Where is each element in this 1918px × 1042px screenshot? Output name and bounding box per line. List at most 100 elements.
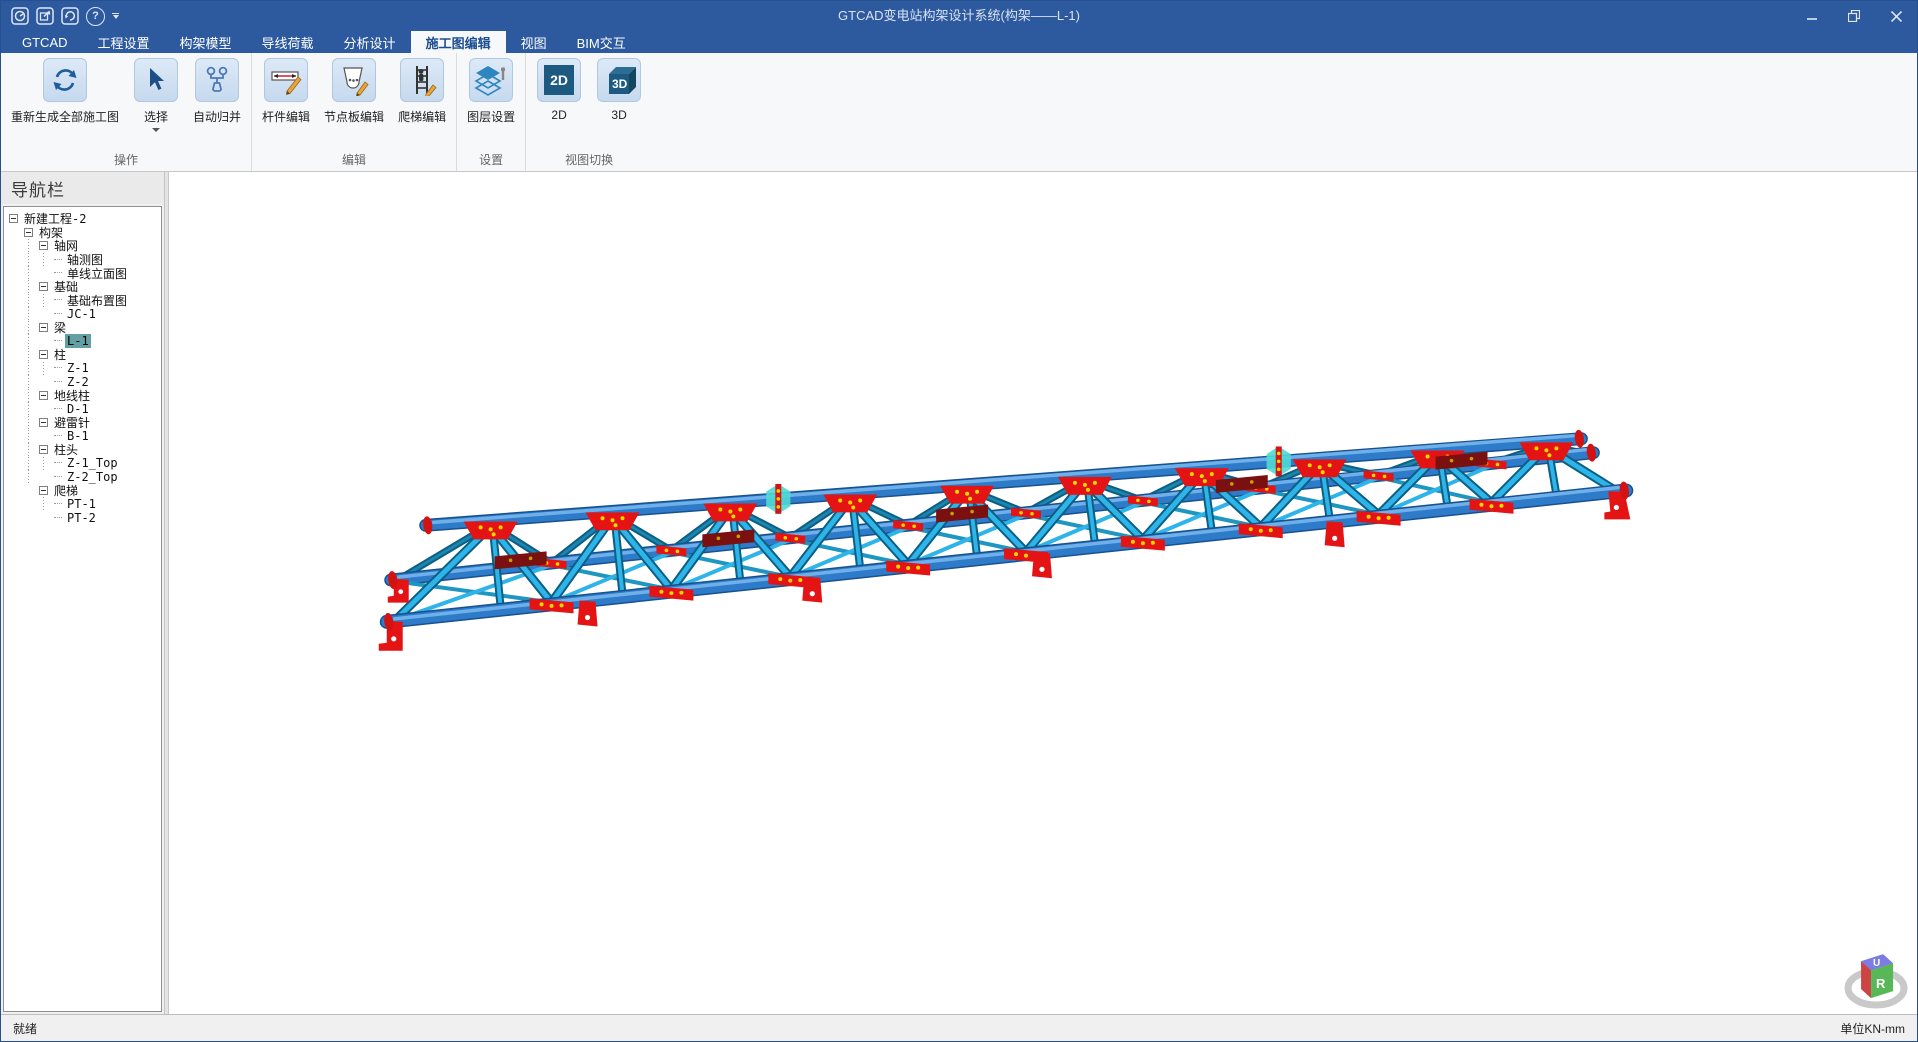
tree-item-label[interactable]: PT-1 <box>65 497 98 511</box>
select-button[interactable]: 选择 <box>133 58 179 132</box>
layer-settings-button[interactable]: 图层设置 <box>467 58 515 125</box>
tree-guide <box>9 375 24 389</box>
tree-item-梁[interactable]: 梁 <box>9 321 161 335</box>
tree-item-Z-1_Top[interactable]: Z-1_Top <box>9 457 161 471</box>
tree-item-PT-1[interactable]: PT-1 <box>9 497 161 511</box>
tree-collapse-toggle[interactable] <box>39 391 48 400</box>
tree-collapse-toggle[interactable] <box>9 214 18 223</box>
tab-构架模型[interactable]: 构架模型 <box>165 31 247 53</box>
tree-connector <box>54 462 62 464</box>
tab-BIM交互[interactable]: BIM交互 <box>562 31 641 53</box>
close-button[interactable] <box>1875 1 1917 31</box>
tree-guide <box>39 511 54 525</box>
tree-item-新建工程-2[interactable]: 新建工程-2 <box>9 212 161 226</box>
tree-item-爬梯[interactable]: 爬梯 <box>9 484 161 498</box>
tree-guide <box>24 266 39 280</box>
gauge-icon[interactable] <box>11 7 29 25</box>
tree-collapse-toggle[interactable] <box>39 486 48 495</box>
tree-guide <box>24 497 39 511</box>
view-3d-button[interactable]: 3D 3D <box>596 58 642 122</box>
customize-quick-access-icon[interactable] <box>112 11 119 21</box>
tree-item-Z-2_Top[interactable]: Z-2_Top <box>9 470 161 484</box>
tree-item-柱头[interactable]: 柱头 <box>9 443 161 457</box>
tree-guide <box>9 321 24 335</box>
tree-collapse-toggle[interactable] <box>39 350 48 359</box>
project-tree[interactable]: 新建工程-2构架轴网轴测图单线立面图基础基础布置图JC-1梁L-1柱Z-1Z-2… <box>3 206 162 1012</box>
svg-text:U: U <box>1873 958 1880 969</box>
navigation-panel: 导航栏 新建工程-2构架轴网轴测图单线立面图基础基础布置图JC-1梁L-1柱Z-… <box>1 172 165 1014</box>
tree-item-构架[interactable]: 构架 <box>9 226 161 240</box>
tab-工程设置[interactable]: 工程设置 <box>83 31 165 53</box>
tree-item-L-1[interactable]: L-1 <box>9 334 161 348</box>
tree-collapse-toggle[interactable] <box>39 445 48 454</box>
tree-collapse-toggle[interactable] <box>39 241 48 250</box>
tree-item-PT-2[interactable]: PT-2 <box>9 511 161 525</box>
statusbar: 就绪 单位KN-mm <box>1 1014 1917 1041</box>
tab-视图[interactable]: 视图 <box>506 31 562 53</box>
tree-item-柱[interactable]: 柱 <box>9 348 161 362</box>
ladder-edit-button[interactable]: 爬梯编辑 <box>398 58 446 125</box>
tab-分析设计[interactable]: 分析设计 <box>329 31 411 53</box>
tree-connector <box>54 272 62 274</box>
3d-viewport[interactable]: UR <box>169 172 1917 1014</box>
export-icon[interactable] <box>36 7 54 25</box>
ribbon-group-edit: 杆件编辑 节点板编辑 爬梯编辑 编辑 <box>251 53 456 171</box>
tree-guide <box>24 307 39 321</box>
help-icon[interactable]: ? <box>86 7 105 26</box>
tree-item-label-selected[interactable]: L-1 <box>65 334 91 348</box>
tree-guide <box>9 484 24 498</box>
window-controls <box>1791 1 1917 31</box>
tree-item-label[interactable]: JC-1 <box>65 307 98 321</box>
tree-connector <box>54 340 62 342</box>
tree-guide <box>9 457 24 471</box>
tree-guide <box>9 389 24 403</box>
tree-item-单线立面图[interactable]: 单线立面图 <box>9 266 161 280</box>
tree-item-地线柱[interactable]: 地线柱 <box>9 389 161 403</box>
tree-guide <box>24 457 39 471</box>
tree-guide <box>39 362 54 376</box>
member-edit-button[interactable]: 杆件编辑 <box>262 58 310 125</box>
tree-connector <box>54 435 62 437</box>
tree-collapse-toggle[interactable] <box>39 282 48 291</box>
status-units-text: 单位KN-mm <box>1840 1020 1905 1037</box>
tree-collapse-toggle[interactable] <box>24 228 33 237</box>
ribbon-group-operation: 重新生成全部施工图 选择 自动归并 操作 <box>1 53 251 171</box>
ladder-edit-icon <box>400 58 444 102</box>
tree-guide <box>24 484 39 498</box>
tree-connector <box>54 381 62 383</box>
tree-item-B-1[interactable]: B-1 <box>9 430 161 444</box>
tree-guide <box>24 362 39 376</box>
tree-item-label[interactable]: Z-1 <box>65 361 91 375</box>
svg-text:R: R <box>1876 976 1886 991</box>
auto-merge-button[interactable]: 自动归并 <box>193 58 241 125</box>
tree-item-避雷针[interactable]: 避雷针 <box>9 416 161 430</box>
gusset-plate-edit-button[interactable]: 节点板编辑 <box>324 58 384 125</box>
ribbon-tabbar: GTCAD工程设置构架模型导线荷载分析设计施工图编辑视图BIM交互 <box>1 31 1917 53</box>
tree-guide <box>9 226 24 240</box>
tree-guide <box>9 294 24 308</box>
tree-item-JC-1[interactable]: JC-1 <box>9 307 161 321</box>
3d-viewport-canvas[interactable]: UR <box>169 172 1917 1014</box>
select-dropdown-arrow-icon[interactable] <box>152 128 160 132</box>
main-area: 导航栏 新建工程-2构架轴网轴测图单线立面图基础基础布置图JC-1梁L-1柱Z-… <box>1 172 1917 1014</box>
tree-collapse-toggle[interactable] <box>39 418 48 427</box>
view-2d-button[interactable]: 2D 2D <box>536 58 582 122</box>
group-label-edit: 编辑 <box>252 151 456 168</box>
restore-button[interactable] <box>1833 1 1875 31</box>
tree-connector <box>54 367 62 369</box>
rotate-icon[interactable] <box>61 7 79 25</box>
tree-guide <box>24 239 39 253</box>
tab-GTCAD[interactable]: GTCAD <box>7 31 83 53</box>
minimize-button[interactable] <box>1791 1 1833 31</box>
tree-item-基础布置图[interactable]: 基础布置图 <box>9 294 161 308</box>
tree-guide <box>9 307 24 321</box>
tree-guide <box>24 443 39 457</box>
tree-collapse-toggle[interactable] <box>39 323 48 332</box>
tab-导线荷载[interactable]: 导线荷载 <box>247 31 329 53</box>
regenerate-all-drawings-button[interactable]: 重新生成全部施工图 <box>11 58 119 125</box>
tab-施工图编辑[interactable]: 施工图编辑 <box>411 31 506 53</box>
tree-item-label[interactable]: PT-2 <box>65 511 98 525</box>
tree-item-label[interactable]: Z-1_Top <box>65 456 120 470</box>
tree-item-Z-1[interactable]: Z-1 <box>9 362 161 376</box>
tree-guide <box>24 389 39 403</box>
